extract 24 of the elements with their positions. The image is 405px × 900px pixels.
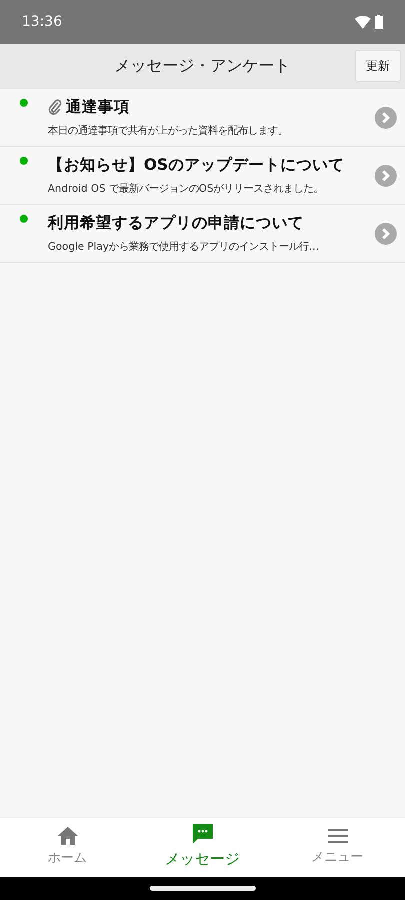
nav-tab[interactable]: メニュー xyxy=(270,818,405,877)
nav-tab[interactable]: メッセージ xyxy=(135,818,270,877)
message-title: 利用希望するアプリの申請について xyxy=(48,212,304,234)
chevron-icon xyxy=(375,222,397,244)
message-row[interactable]: 通達事項 本日の通達事項で共有が上がった資料を配布します。 xyxy=(0,89,405,147)
status-time: 13:36 xyxy=(22,12,62,32)
screen-title: メッセージ・アンケート xyxy=(114,55,290,77)
message-row[interactable]: 【お知らせ】OSのアップデートについて Android OS で最新バージョンのOSがリリースされました。 xyxy=(0,147,405,205)
refresh-button[interactable]: 更新 xyxy=(355,50,401,82)
message-row[interactable]: 利用希望するアプリの申請について Google Playから業務で使用するアプリのインストール行… xyxy=(0,205,405,263)
chevron-icon xyxy=(375,106,397,128)
message-title: 【お知らせ】OSのアップデートについて xyxy=(48,154,344,176)
message-summary: Google Playから業務で使用するアプリのインストール行… xyxy=(48,240,320,255)
message-summary: 本日の通達事項で共有が上がった資料を配布します。 xyxy=(48,124,289,139)
battery-icon xyxy=(375,15,383,29)
home-indicator[interactable] xyxy=(150,886,256,891)
wifi-icon xyxy=(355,16,371,28)
chat-icon xyxy=(192,824,212,844)
chevron-icon xyxy=(375,164,397,186)
menu-icon xyxy=(328,828,348,844)
message-title: 通達事項 xyxy=(66,96,130,118)
nav-tab[interactable]: ホーム xyxy=(0,818,135,877)
message-summary: Android OS で最新バージョンのOSがリリースされました。 xyxy=(48,182,325,197)
home-icon xyxy=(58,826,78,845)
